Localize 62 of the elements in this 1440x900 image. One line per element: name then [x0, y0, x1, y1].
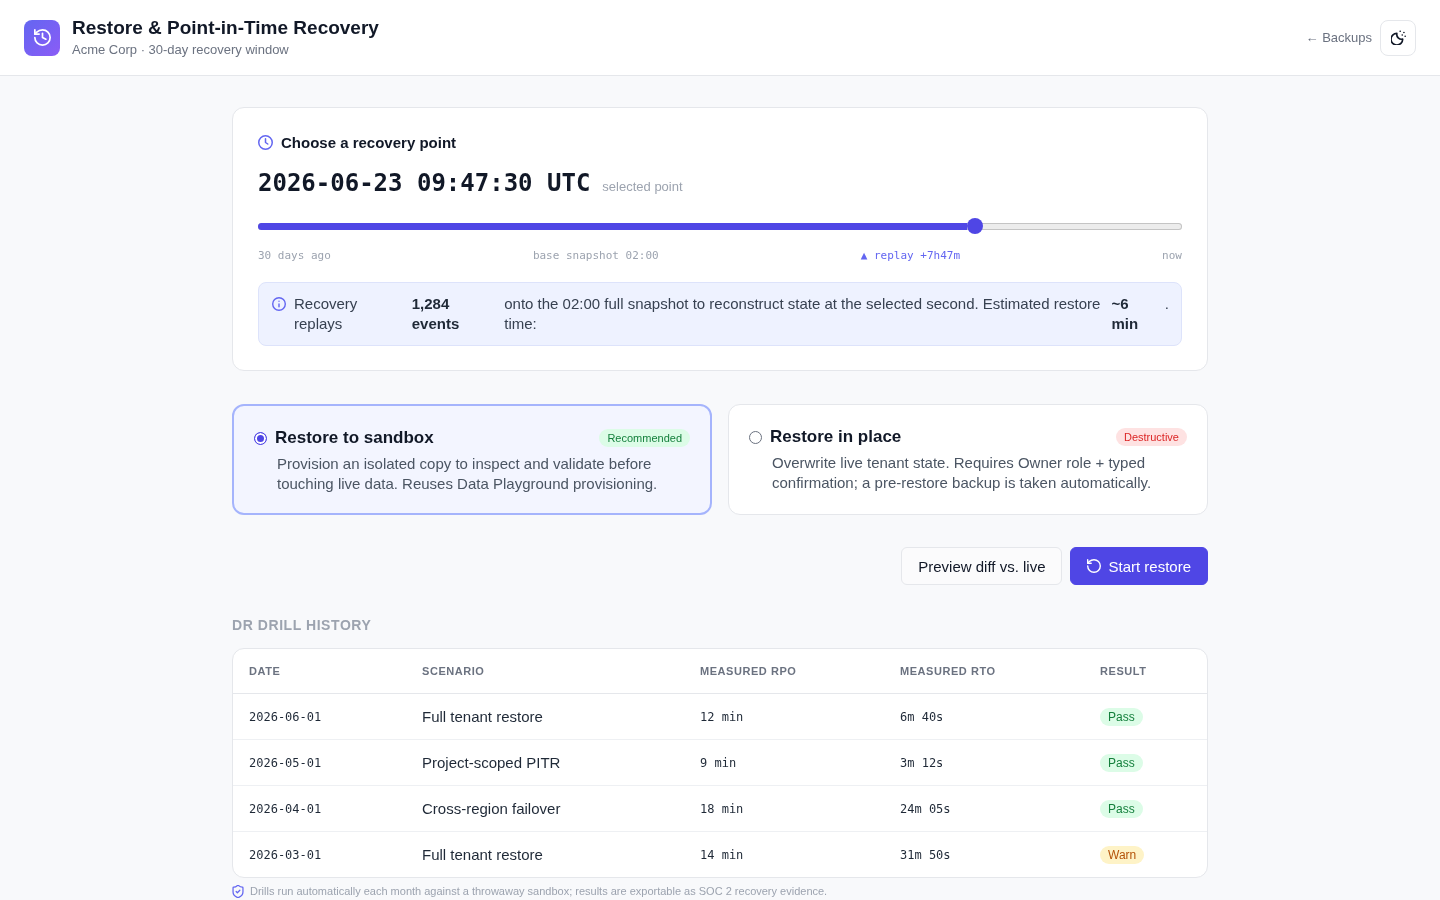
option-badge: Recommended — [599, 429, 690, 447]
table-cell-text: 14 min — [699, 847, 745, 862]
slider-thumb[interactable] — [967, 218, 983, 234]
table-cell-text: 2026-05-01 — [248, 755, 323, 770]
result-badge: Pass — [1100, 754, 1143, 772]
table-cell-text: Full tenant restore — [421, 708, 544, 725]
shield-check-icon — [232, 885, 244, 898]
column-header: MEASURED RPO — [699, 665, 798, 677]
info-text: Recovery replays — [294, 294, 359, 334]
table-cell-text: Full tenant restore — [421, 846, 544, 863]
result-badge: Pass — [1100, 708, 1143, 726]
column-header: DATE — [248, 665, 282, 677]
table-cell-text: 2026-03-01 — [248, 847, 323, 862]
info-icon — [272, 297, 286, 311]
timeline-label: ▲ replay +7h47m — [860, 249, 961, 263]
option-title: Restore to sandbox — [275, 428, 435, 448]
column-header: SCENARIO — [421, 665, 486, 677]
table-cell-text: Cross-region failover — [421, 800, 562, 817]
secondary-action-button[interactable]: Preview diff vs. live — [901, 547, 1063, 585]
primary-action-button[interactable]: Start restore — [1070, 547, 1208, 585]
timeline-label: base snapshot 02:00 — [532, 249, 659, 263]
timestamp: 2026-06-23 09:47:30 UTC — [258, 168, 591, 199]
back-link[interactable]: ← Backups — [1305, 30, 1372, 45]
option-description: Overwrite live tenant state. Requires Owner role + typed confirmation; a pre-restore backup is taken automatically. — [772, 453, 1153, 493]
timestamp-caption: selected point — [602, 179, 683, 194]
info-text: onto the 02:00 full snapshot to reconstruct state at the selected second. Estimated restore time: — [504, 294, 1102, 334]
clock-icon — [258, 134, 273, 150]
page-subtitle: Acme Corp · 30-day recovery window — [72, 42, 290, 58]
timeline-label: 30 days ago — [258, 249, 331, 263]
radio-button[interactable] — [254, 431, 267, 445]
table-cell-text: 24m 05s — [899, 801, 952, 816]
moon-icon — [1390, 30, 1406, 45]
table-cell-text: 18 min — [699, 801, 745, 816]
column-header: MEASURED RTO — [899, 665, 997, 677]
page-title: Restore & Point-in-Time Recovery — [72, 17, 379, 39]
timeline-label: now — [1162, 249, 1182, 263]
section-heading: DR DRILL HISTORY — [232, 616, 373, 635]
table-cell-text: 2026-04-01 — [248, 801, 323, 816]
result-badge: Pass — [1100, 800, 1143, 818]
radio-button[interactable] — [749, 430, 762, 444]
restore-option-card[interactable]: Restore to sandbox Recommended Provision an isolated copy to inspect and validate before touching live data. Reuses Data Playground provisioning. — [232, 404, 712, 515]
rotate-icon — [1087, 559, 1102, 573]
option-badge: Destructive — [1115, 428, 1187, 446]
table-cell-text: Project-scoped PITR — [421, 754, 562, 771]
info-text: . — [1164, 294, 1169, 314]
table-cell-text: 31m 50s — [899, 847, 952, 862]
restore-option-card[interactable]: Restore in place Destructive Overwrite live tenant state. Requires Owner role + typed confirmation; a pre-restore backup is taken automatically. — [728, 404, 1208, 515]
option-title: Restore in place — [770, 427, 903, 447]
section-title: Choose a recovery point — [281, 133, 457, 151]
table-cell-text: 12 min — [699, 709, 745, 724]
table-cell-text: 3m 12s — [899, 755, 945, 770]
column-header: RESULT — [1099, 665, 1148, 677]
option-description: Provision an isolated copy to inspect and validate before touching live data. Reuses Data Playground provisioning. — [277, 454, 659, 494]
info-text: 1,284 events — [411, 294, 461, 334]
history-icon — [24, 19, 60, 56]
table-cell-text: 9 min — [699, 755, 738, 770]
theme-toggle-button[interactable] — [1380, 19, 1416, 56]
info-text: ~6 min — [1111, 294, 1140, 334]
footer-note: Drills run automatically each month against a throwaway sandbox; results are exportable as SOC 2 recovery evidence. — [250, 885, 828, 898]
table-cell-text: 2026-06-01 — [248, 709, 323, 724]
table-cell-text: 6m 40s — [899, 709, 945, 724]
result-badge: Warn — [1100, 846, 1145, 864]
